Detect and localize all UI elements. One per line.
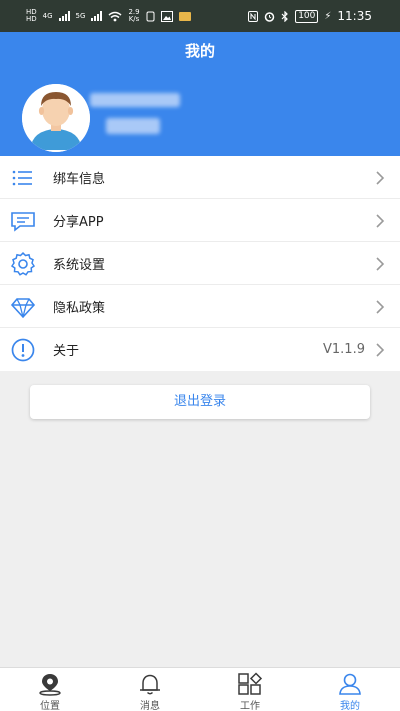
status-bar: HD HD 4G 5G 2.9 K/s 100 ⚡ 11:35 <box>0 0 400 32</box>
menu-item-label: 绑车信息 <box>53 171 106 187</box>
wifi-icon <box>108 11 122 21</box>
status-time: 11:35 <box>337 9 372 23</box>
user-icon <box>339 673 361 695</box>
chevron-right-icon <box>376 300 385 314</box>
tab-label: 工作 <box>240 701 260 711</box>
menu-list: 绑车信息 分享APP 系统设置 隐私政策 关于 V1.1.9 <box>0 156 400 371</box>
net-speed-unit: K/s <box>128 15 140 23</box>
app-version: V1.1.9 <box>323 342 365 357</box>
menu-item-about[interactable]: 关于 V1.1.9 <box>0 328 400 371</box>
tab-mine[interactable]: 我的 <box>300 668 400 711</box>
menu-item-share-app[interactable]: 分享APP <box>0 199 400 242</box>
sim-icon <box>146 11 155 21</box>
signal-1-icon <box>58 11 70 21</box>
bottom-tab-bar: 位置 消息 工作 我的 <box>0 667 400 711</box>
hd-indicator: HD HD <box>26 9 37 23</box>
battery-icon: 100 <box>295 9 319 23</box>
tab-location[interactable]: 位置 <box>0 668 100 711</box>
net-speed: 2.9 K/s <box>128 9 139 23</box>
mail-icon <box>178 11 191 21</box>
charging-icon: ⚡ <box>324 10 332 22</box>
menu-item-label: 系统设置 <box>53 257 106 273</box>
avatar-person-icon <box>22 84 90 152</box>
bluetooth-icon <box>281 10 289 22</box>
chevron-right-icon <box>376 214 385 228</box>
menu-item-privacy-policy[interactable]: 隐私政策 <box>0 285 400 328</box>
page-title: 我的 <box>184 42 215 60</box>
chevron-right-icon <box>376 171 385 185</box>
tab-work[interactable]: 工作 <box>200 668 300 711</box>
location-pin-icon <box>39 674 61 696</box>
hd-bottom: HD <box>26 15 37 23</box>
bell-icon <box>140 674 160 695</box>
list-icon <box>12 170 32 186</box>
chevron-right-icon <box>376 257 385 271</box>
status-left: HD HD 4G 5G 2.9 K/s <box>26 9 191 23</box>
image-icon <box>160 10 173 22</box>
avatar[interactable] <box>22 84 90 152</box>
chat-share-icon <box>11 212 35 232</box>
nfc-icon <box>248 10 259 22</box>
diamond-icon <box>10 298 36 319</box>
grid-icon <box>238 672 263 695</box>
signal-2-icon <box>91 11 103 21</box>
info-icon <box>11 338 35 362</box>
tab-label: 位置 <box>40 701 60 711</box>
tab-label: 我的 <box>340 701 360 711</box>
menu-item-system-settings[interactable]: 系统设置 <box>0 242 400 285</box>
menu-item-label: 隐私政策 <box>53 300 106 316</box>
menu-item-label: 分享APP <box>53 214 104 230</box>
signal-1-type: 4G <box>42 11 53 20</box>
signal-2-type: 5G <box>75 11 86 20</box>
chevron-right-icon <box>376 343 385 357</box>
username-redacted <box>90 93 180 107</box>
gear-icon <box>10 251 36 276</box>
tab-label: 消息 <box>140 701 160 711</box>
alarm-icon <box>264 11 275 22</box>
tab-messages[interactable]: 消息 <box>100 668 200 711</box>
logout-button[interactable]: 退出登录 <box>30 385 370 419</box>
menu-item-label: 关于 <box>53 344 80 359</box>
menu-item-bind-vehicle[interactable]: 绑车信息 <box>0 156 400 199</box>
status-right: 100 ⚡ 11:35 <box>248 9 372 23</box>
user-id-redacted <box>106 118 160 134</box>
